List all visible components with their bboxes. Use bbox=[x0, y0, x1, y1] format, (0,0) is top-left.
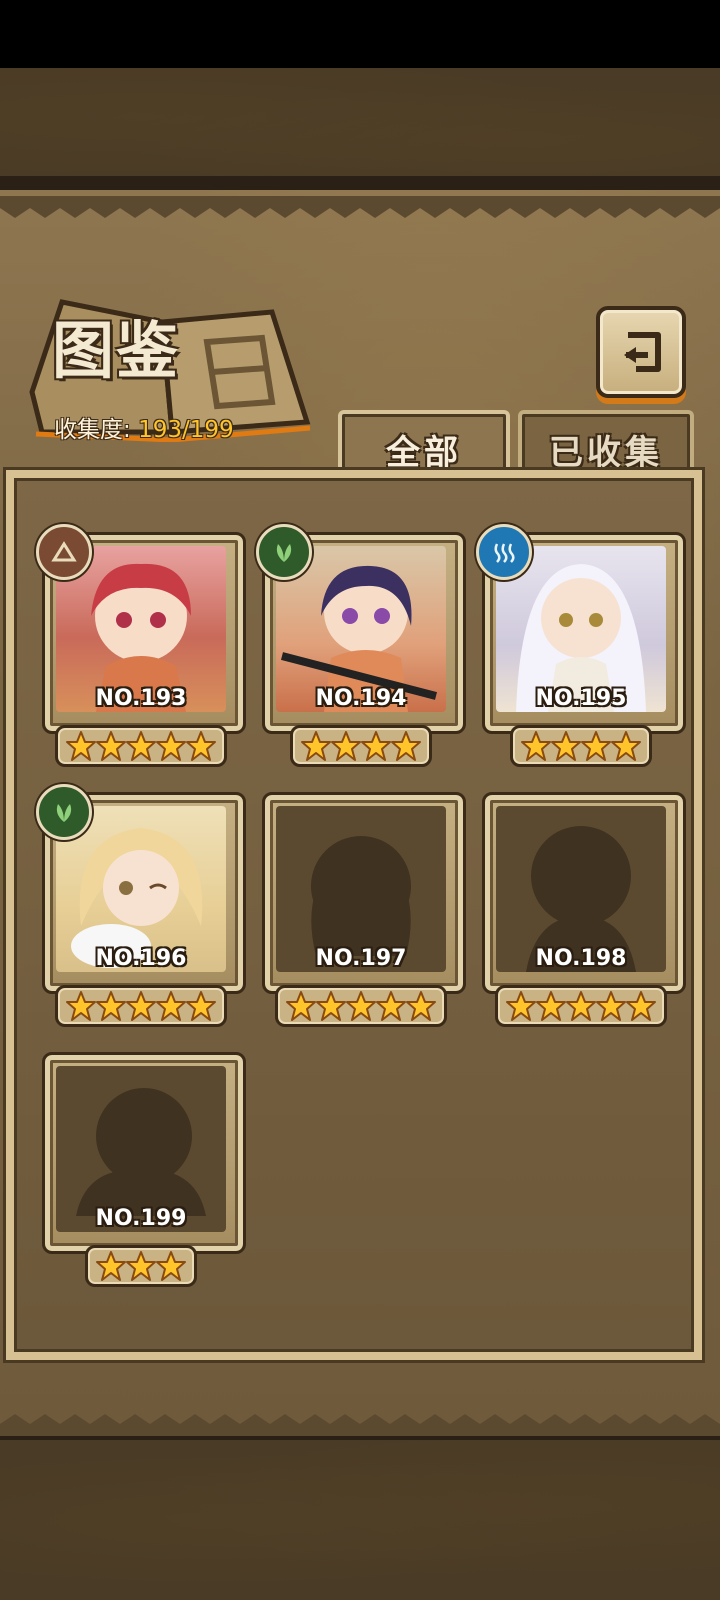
map-background-top bbox=[0, 68, 720, 190]
star-rating bbox=[478, 724, 684, 768]
star-icon bbox=[536, 991, 566, 1021]
return-arrow-icon bbox=[624, 332, 661, 372]
star-icon bbox=[156, 731, 186, 761]
star-icon bbox=[96, 731, 126, 761]
star-icon bbox=[581, 731, 611, 761]
card-number: NO.198 bbox=[535, 946, 627, 971]
collection-label: 收集度: bbox=[54, 417, 131, 443]
card-193[interactable]: NO.193 bbox=[36, 524, 246, 774]
card-number: NO.193 bbox=[95, 686, 187, 711]
card-number: NO.195 bbox=[535, 686, 627, 711]
collection-value: 193/199 bbox=[138, 417, 234, 443]
star-icon bbox=[96, 1251, 126, 1281]
star-icon bbox=[96, 991, 126, 1021]
star-icon bbox=[126, 1251, 156, 1281]
star-icon bbox=[316, 991, 346, 1021]
map-divider bbox=[0, 176, 720, 190]
zigzag-border-bottom bbox=[0, 1414, 720, 1436]
card-194[interactable]: NO.194 bbox=[256, 524, 466, 774]
leaf-icon bbox=[256, 524, 312, 580]
star-icon bbox=[156, 991, 186, 1021]
star-icon bbox=[126, 731, 156, 761]
card-number: NO.199 bbox=[95, 1206, 187, 1231]
star-icon bbox=[126, 991, 156, 1021]
star-icon bbox=[611, 731, 641, 761]
star-icon bbox=[521, 731, 551, 761]
star-icon bbox=[391, 731, 421, 761]
leaf-icon bbox=[36, 784, 92, 840]
zigzag-border-top bbox=[0, 196, 720, 218]
star-icon bbox=[66, 731, 96, 761]
card-198[interactable]: NO.198 bbox=[478, 790, 686, 1034]
status-bar bbox=[0, 0, 720, 68]
star-rating bbox=[38, 984, 244, 1028]
star-rating bbox=[38, 724, 244, 768]
star-icon bbox=[286, 991, 316, 1021]
star-icon bbox=[156, 1251, 186, 1281]
star-rating bbox=[258, 724, 464, 768]
star-icon bbox=[186, 991, 216, 1021]
star-rating bbox=[478, 984, 684, 1028]
star-icon bbox=[626, 991, 656, 1021]
card-199[interactable]: NO.199 bbox=[38, 1050, 246, 1294]
star-icon bbox=[566, 991, 596, 1021]
card-195[interactable]: NO.195 bbox=[476, 524, 686, 774]
earth-icon bbox=[36, 524, 92, 580]
star-rating bbox=[38, 1244, 244, 1288]
card-197[interactable]: NO.197 bbox=[258, 790, 466, 1034]
star-icon bbox=[376, 991, 406, 1021]
star-icon bbox=[361, 731, 391, 761]
back-button[interactable] bbox=[596, 306, 686, 398]
star-icon bbox=[506, 991, 536, 1021]
star-icon bbox=[331, 731, 361, 761]
star-icon bbox=[596, 991, 626, 1021]
card-number: NO.196 bbox=[95, 946, 187, 971]
star-rating bbox=[258, 984, 464, 1028]
card-number: NO.197 bbox=[315, 946, 407, 971]
card-number: NO.194 bbox=[315, 686, 407, 711]
water-icon bbox=[476, 524, 532, 580]
star-icon bbox=[186, 731, 216, 761]
card-196[interactable]: NO.196 bbox=[36, 784, 246, 1034]
collection-progress: 收集度: 193/199 bbox=[54, 410, 234, 444]
star-icon bbox=[551, 731, 581, 761]
star-icon bbox=[346, 991, 376, 1021]
star-icon bbox=[66, 991, 96, 1021]
page-title: 图鉴 bbox=[52, 314, 181, 387]
star-icon bbox=[301, 731, 331, 761]
collection-panel: NO.193 NO.194 NO.195 NO.196 NO.197 NO.19… bbox=[6, 470, 702, 1360]
star-icon bbox=[406, 991, 436, 1021]
map-background-bottom bbox=[0, 1440, 720, 1600]
